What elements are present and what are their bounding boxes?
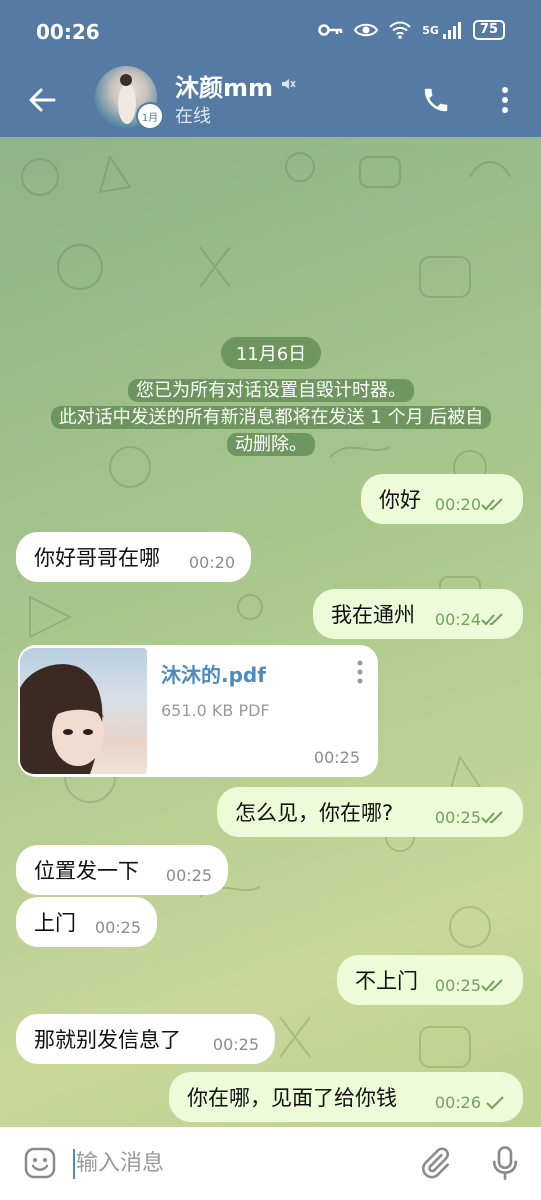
timer-badge: 1月 (136, 102, 164, 130)
service-line: 动删除。 (227, 433, 315, 456)
attach-button[interactable] (415, 1143, 455, 1183)
mute-icon (282, 79, 296, 89)
double-check-icon (481, 613, 503, 626)
message-time: 00:25 (165, 866, 212, 885)
outgoing-message[interactable]: 你在哪，见面了给你钱 00:26 (169, 1072, 523, 1122)
back-button[interactable] (22, 80, 62, 120)
contact-name[interactable]: 沐颜mm (175, 68, 273, 103)
message-text: 位置发一下 (34, 859, 139, 883)
outgoing-message[interactable]: 我在通州 00:24 (313, 589, 523, 639)
signal-icon (442, 22, 461, 39)
message-text: 不上门 (355, 969, 418, 993)
key-icon (318, 24, 343, 36)
service-line: 此对话中发送的所有新消息都将在发送 1 个月 后被自 (50, 406, 492, 429)
message-text: 你在哪，见面了给你钱 (187, 1086, 397, 1110)
message-time: 00:24 (434, 610, 481, 629)
composer (0, 1127, 541, 1200)
thumbnail-image (20, 664, 104, 774)
incoming-message[interactable]: 上门 00:25 (16, 897, 157, 947)
file-message[interactable]: 沐沐的.pdf 651.0 KB PDF 00:25 (18, 645, 378, 777)
outgoing-message[interactable]: 你好 00:20 (361, 474, 523, 524)
emoji-button[interactable] (20, 1143, 60, 1183)
message-text: 你好 (379, 488, 421, 512)
file-thumbnail[interactable] (20, 648, 147, 774)
phone-icon (424, 88, 448, 112)
file-menu-button[interactable] (350, 657, 370, 687)
message-text: 那就别发信息了 (34, 1028, 181, 1052)
network-type: 5G (422, 23, 439, 37)
service-line: 您已为所有对话设置自毁计时器。 (128, 379, 414, 402)
incoming-message[interactable]: 那就别发信息了 00:25 (16, 1014, 275, 1064)
file-name[interactable]: 沐沐的.pdf (161, 659, 266, 688)
outgoing-message[interactable]: 怎么见，你在哪? 00:25 (217, 787, 523, 837)
incoming-message[interactable]: 位置发一下 00:25 (16, 845, 228, 895)
message-time: 00:25 (434, 976, 481, 995)
file-size: 651.0 KB PDF (161, 701, 270, 720)
incoming-message[interactable]: 你好哥哥在哪 00:20 (16, 532, 251, 582)
emoji-icon (24, 1147, 56, 1179)
message-text: 你好哥哥在哪 (34, 546, 160, 570)
message-text: 怎么见，你在哪? (235, 801, 394, 825)
status-time: 00:26 (36, 20, 100, 44)
microphone-icon (492, 1146, 518, 1180)
contact-status: 在线 (175, 106, 211, 127)
message-time: 00:20 (434, 495, 481, 514)
back-arrow-icon (29, 88, 56, 112)
outgoing-message[interactable]: 不上门 00:25 (337, 955, 523, 1005)
message-text: 我在通州 (331, 603, 415, 627)
message-input[interactable] (76, 1143, 396, 1183)
double-check-icon (481, 979, 503, 992)
more-options-button[interactable] (488, 80, 522, 120)
double-check-icon (481, 498, 503, 511)
eye-icon (354, 23, 379, 37)
status-bar: 00:26 5G 75 (0, 0, 541, 64)
message-list[interactable]: 11月6日 您已为所有对话设置自毁计时器。 此对话中发送的所有新消息都将在发送 … (0, 137, 541, 1127)
message-time: 00:25 (94, 918, 141, 937)
message-time: 00:25 (434, 808, 481, 827)
status-icons: 5G 75 (318, 20, 505, 40)
single-check-icon (486, 1096, 504, 1110)
battery-indicator: 75 (472, 20, 505, 40)
message-time: 00:26 (434, 1093, 481, 1112)
more-vertical-icon (502, 87, 508, 113)
call-button[interactable] (416, 80, 456, 120)
message-time: 00:25 (212, 1035, 259, 1054)
message-time: 00:20 (188, 553, 235, 572)
service-message: 您已为所有对话设置自毁计时器。 此对话中发送的所有新消息都将在发送 1 个月 后… (20, 377, 522, 458)
date-separator: 11月6日 (221, 337, 321, 369)
wifi-icon (389, 21, 411, 39)
paperclip-icon (422, 1147, 450, 1179)
double-check-icon (481, 811, 503, 824)
chat-header: 1月 沐颜mm 在线 (0, 64, 541, 137)
voice-record-button[interactable] (485, 1143, 525, 1183)
text-cursor (73, 1149, 75, 1179)
more-vertical-icon (357, 660, 363, 684)
message-text: 上门 (34, 911, 76, 935)
message-time: 00:25 (313, 748, 360, 767)
